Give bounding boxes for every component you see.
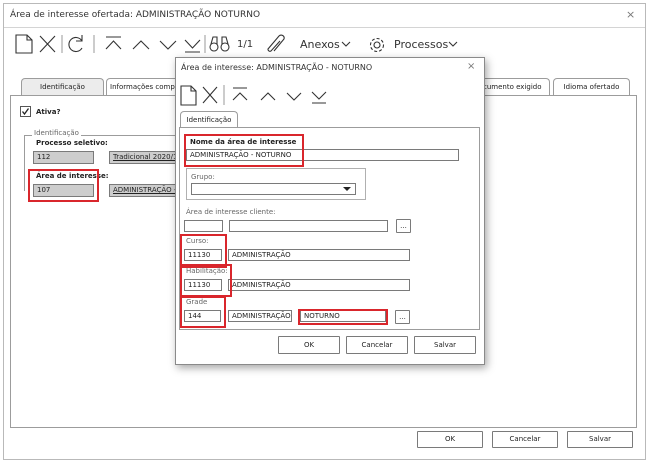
dialog-cancel-button[interactable]: Cancelar: [346, 336, 408, 354]
refresh-icon[interactable]: [68, 35, 83, 52]
identificacao-legend: Identificação: [32, 129, 81, 137]
main-window-title: Área de interesse ofertada: ADMINISTRAÇÃ…: [10, 10, 261, 20]
tab-idioma-ofertado[interactable]: Idioma ofertado: [553, 78, 630, 95]
area-interesse-link[interactable]: ADMINISTRAÇÃO - N: [109, 184, 179, 197]
highlight-grade: [180, 296, 226, 328]
previous-record-icon[interactable]: [260, 92, 276, 101]
ativa-label: Ativa?: [36, 108, 61, 116]
processos-chevron-down-icon[interactable]: [448, 40, 458, 48]
habilitacao-name-field: ADMINISTRAÇÃO: [228, 279, 410, 291]
highlight-habilitacao: [180, 264, 232, 297]
delete-icon[interactable]: [39, 35, 56, 53]
highlight-curso: [180, 234, 227, 268]
last-record-icon[interactable]: [311, 91, 327, 104]
dialog-tab-identificacao[interactable]: Identificação: [180, 111, 238, 127]
grade-name-field: ADMINISTRAÇÃO: [228, 310, 292, 322]
highlight-area-interesse: [28, 169, 99, 202]
dialog-save-button[interactable]: Salvar: [414, 336, 476, 354]
tab-documento-exigido[interactable]: cumento exigido: [480, 78, 550, 95]
highlight-turno: [298, 309, 388, 325]
delete-icon[interactable]: [202, 86, 218, 104]
binoculars-icon[interactable]: [209, 36, 230, 52]
new-document-icon[interactable]: [15, 34, 33, 54]
processo-seletivo-link[interactable]: Tradicional 2020/1: [109, 151, 179, 164]
save-button[interactable]: Salvar: [567, 431, 633, 448]
previous-record-icon[interactable]: [132, 40, 150, 50]
processo-seletivo-label: Processo seletivo:: [36, 139, 108, 147]
dialog-toolbar: [180, 85, 327, 106]
processo-seletivo-code-field: 112: [33, 151, 94, 164]
tab-informacoes-complementares[interactable]: Informações comp: [106, 78, 186, 95]
next-record-icon[interactable]: [286, 92, 302, 101]
highlight-nome-area: [184, 134, 304, 167]
paperclip-icon[interactable]: [267, 34, 285, 52]
anexos-chevron-down-icon[interactable]: [341, 40, 351, 48]
ativa-checkbox[interactable]: [20, 106, 31, 117]
curso-name-field: ADMINISTRAÇÃO: [228, 249, 410, 261]
caret-down-icon: [343, 187, 351, 191]
grupo-label: Grupo:: [191, 173, 215, 181]
main-toolbar: [15, 34, 285, 54]
last-record-icon[interactable]: [184, 39, 201, 53]
title-divider: [4, 27, 645, 28]
dialog-title: Área de interesse: ADMINISTRAÇÃO - NOTUR…: [181, 63, 373, 72]
area-cliente-code-input[interactable]: [184, 220, 223, 232]
anexos-menu-label[interactable]: Anexos: [300, 38, 340, 51]
dialog-ok-button[interactable]: OK: [278, 336, 340, 354]
first-record-icon[interactable]: [105, 36, 122, 50]
grade-lookup-button[interactable]: ...: [395, 310, 410, 324]
ok-button[interactable]: OK: [417, 431, 483, 448]
dialog-close-button[interactable]: ×: [467, 61, 475, 72]
gear-icon[interactable]: [368, 36, 386, 54]
first-record-icon[interactable]: [232, 87, 248, 101]
area-cliente-name-input[interactable]: [229, 220, 388, 232]
main-window-close-button[interactable]: ×: [626, 8, 635, 21]
new-document-icon[interactable]: [180, 85, 197, 106]
next-record-icon[interactable]: [159, 40, 177, 50]
tab-identificacao[interactable]: Identificação: [21, 78, 104, 95]
area-cliente-lookup-button[interactable]: ...: [396, 219, 411, 233]
page-indicator: 1/1: [237, 39, 254, 50]
grupo-select[interactable]: [191, 183, 356, 195]
area-cliente-label: Área de interesse cliente:: [186, 208, 276, 216]
processos-menu-label[interactable]: Processos: [394, 38, 448, 51]
cancel-button[interactable]: Cancelar: [492, 431, 558, 448]
